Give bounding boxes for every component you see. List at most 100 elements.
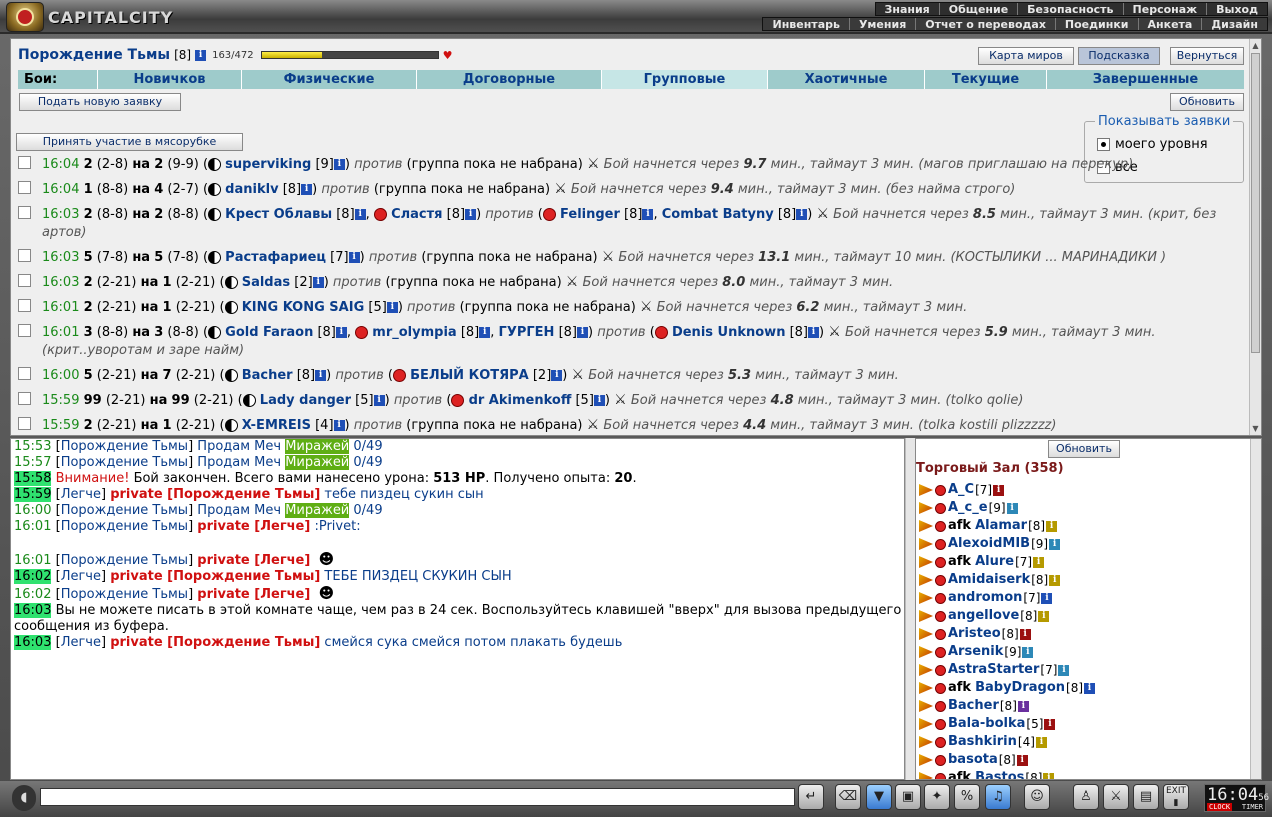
- info-icon[interactable]: i: [301, 184, 313, 195]
- item-link[interactable]: Миражей: [285, 455, 350, 470]
- clock-label[interactable]: CLOCK: [1207, 803, 1233, 811]
- user-row[interactable]: afk Alure [7] i: [919, 553, 1249, 571]
- chat-nick[interactable]: Легче: [61, 635, 101, 650]
- info-icon[interactable]: i: [1043, 772, 1055, 779]
- user-row[interactable]: AlexoidMIB [9] i: [919, 535, 1249, 553]
- tab-contract[interactable]: Договорные: [417, 70, 602, 89]
- crossed-swords-icon[interactable]: ⚔: [828, 324, 841, 340]
- private-target[interactable]: private [Легче]: [197, 553, 310, 568]
- opponent-name[interactable]: Felinger: [560, 207, 620, 222]
- crossed-swords-icon[interactable]: ⚔: [816, 206, 829, 222]
- fight-select-checkbox[interactable]: [18, 392, 31, 405]
- player-name[interactable]: Lady danger: [260, 393, 351, 408]
- private-message-icon[interactable]: [919, 538, 933, 550]
- player-name[interactable]: Растафариец: [225, 250, 326, 265]
- info-icon[interactable]: i: [386, 302, 398, 313]
- user-name[interactable]: Bala-bolka: [948, 715, 1025, 733]
- info-icon[interactable]: i: [373, 395, 385, 406]
- menu-knowledge[interactable]: Знания: [876, 3, 939, 16]
- music-icon[interactable]: ♫: [985, 784, 1011, 810]
- private-message-icon[interactable]: [919, 502, 933, 514]
- player-name[interactable]: Bacher: [242, 368, 293, 383]
- user-row[interactable]: Arsenik [9] i: [919, 643, 1249, 661]
- player-name[interactable]: Gold Faraon: [225, 325, 313, 340]
- option-my-level[interactable]: моего уровня: [1097, 137, 1208, 152]
- crossed-swords-icon[interactable]: ⚔: [572, 367, 585, 383]
- user-row[interactable]: Bacher [8] i: [919, 697, 1249, 715]
- chat-nick[interactable]: Легче: [61, 487, 101, 502]
- opponent-name[interactable]: БЕЛЫЙ КОТЯРА: [410, 368, 529, 383]
- private-message-icon[interactable]: [919, 610, 933, 622]
- player-nick[interactable]: Порождение Тьмы: [18, 47, 170, 63]
- tab-newbies[interactable]: Новичков: [98, 70, 242, 89]
- figure-icon[interactable]: ♙: [1073, 784, 1099, 810]
- user-row[interactable]: afk Alamar [8] i: [919, 517, 1249, 535]
- info-icon[interactable]: i: [1038, 610, 1050, 622]
- info-icon[interactable]: i: [1006, 502, 1018, 514]
- fights-scrollbar[interactable]: ▲ ▼: [1249, 39, 1261, 435]
- save-icon[interactable]: ▣: [895, 784, 921, 810]
- chat-input[interactable]: [40, 788, 795, 806]
- user-name[interactable]: angellove: [948, 607, 1019, 625]
- info-icon[interactable]: i: [796, 209, 808, 220]
- user-row[interactable]: A_c_e [9] i: [919, 499, 1249, 517]
- crossed-swords-icon[interactable]: ⚔: [614, 392, 627, 408]
- send-icon[interactable]: ↵: [798, 784, 824, 810]
- opponent-name[interactable]: dr Akimenkoff: [469, 393, 572, 408]
- fight-select-checkbox[interactable]: [18, 181, 31, 194]
- info-icon[interactable]: i: [465, 209, 477, 220]
- user-row[interactable]: afk BabyDragon [8] i: [919, 679, 1249, 697]
- info-icon[interactable]: i: [576, 327, 588, 338]
- exit-icon[interactable]: EXIT ▮: [1163, 784, 1189, 810]
- player-name[interactable]: superviking: [225, 157, 311, 172]
- user-name[interactable]: Bashkirin: [948, 733, 1017, 751]
- info-icon[interactable]: i: [348, 252, 360, 263]
- info-icon[interactable]: i: [333, 159, 345, 170]
- chat-nick[interactable]: Порождение Тьмы: [61, 587, 188, 602]
- info-icon[interactable]: i: [195, 49, 207, 61]
- users-scrollbar[interactable]: [1250, 439, 1261, 779]
- crossed-swords-icon[interactable]: ⚔: [587, 156, 600, 172]
- chat-nick[interactable]: Порождение Тьмы: [61, 455, 188, 470]
- private-message-icon[interactable]: [919, 484, 933, 496]
- player-name[interactable]: mr_olympia: [372, 325, 456, 340]
- crossed-swords-icon[interactable]: ⚔: [566, 274, 579, 290]
- menu-exit[interactable]: Выход: [1206, 3, 1267, 16]
- private-message-icon[interactable]: [919, 772, 933, 779]
- world-map-button[interactable]: Карта миров: [978, 47, 1074, 65]
- info-icon[interactable]: i: [808, 327, 820, 338]
- user-row[interactable]: afk Bastos [8] i: [919, 769, 1249, 779]
- user-name[interactable]: Bastos: [975, 769, 1024, 779]
- lock-icon[interactable]: ▤: [1133, 784, 1159, 810]
- user-name[interactable]: A_c_e: [948, 499, 988, 517]
- private-message-icon[interactable]: [919, 574, 933, 586]
- new-request-button[interactable]: Подать новую заявку: [19, 93, 181, 111]
- private-message-icon[interactable]: [919, 736, 933, 748]
- private-target[interactable]: private [Порождение Тьмы]: [110, 569, 320, 584]
- private-message-icon[interactable]: [919, 700, 933, 712]
- tab-chaotic[interactable]: Хаотичные: [768, 70, 925, 89]
- fight-select-checkbox[interactable]: [18, 417, 31, 430]
- fight-select-checkbox[interactable]: [18, 367, 31, 380]
- menu-profile[interactable]: Анкета: [1137, 18, 1202, 31]
- fight-select-checkbox[interactable]: [18, 156, 31, 169]
- info-icon[interactable]: i: [1049, 574, 1061, 586]
- user-name[interactable]: Alamar: [975, 517, 1027, 535]
- sound-icon[interactable]: ◖: [12, 785, 36, 811]
- user-row[interactable]: Aristeo [8] i: [919, 625, 1249, 643]
- menu-inventory[interactable]: Инвентарь: [763, 18, 848, 31]
- fight-select-checkbox[interactable]: [18, 206, 31, 219]
- user-row[interactable]: basota [8] i: [919, 751, 1249, 769]
- eraser-icon[interactable]: ⌫: [835, 784, 861, 810]
- crossed-swords-icon[interactable]: ⚔: [640, 299, 653, 315]
- info-icon[interactable]: i: [1041, 592, 1053, 604]
- info-icon[interactable]: i: [1058, 664, 1070, 676]
- user-name[interactable]: basota: [948, 751, 998, 769]
- user-name[interactable]: Bacher: [948, 697, 999, 715]
- fight-select-checkbox[interactable]: [18, 324, 31, 337]
- menu-social[interactable]: Общение: [938, 3, 1017, 16]
- crossed-swords-icon[interactable]: ⚔: [587, 417, 600, 433]
- chat-nick[interactable]: Порождение Тьмы: [61, 439, 188, 454]
- radio-my-level[interactable]: [1097, 138, 1110, 151]
- menu-security[interactable]: Безопасность: [1017, 3, 1122, 16]
